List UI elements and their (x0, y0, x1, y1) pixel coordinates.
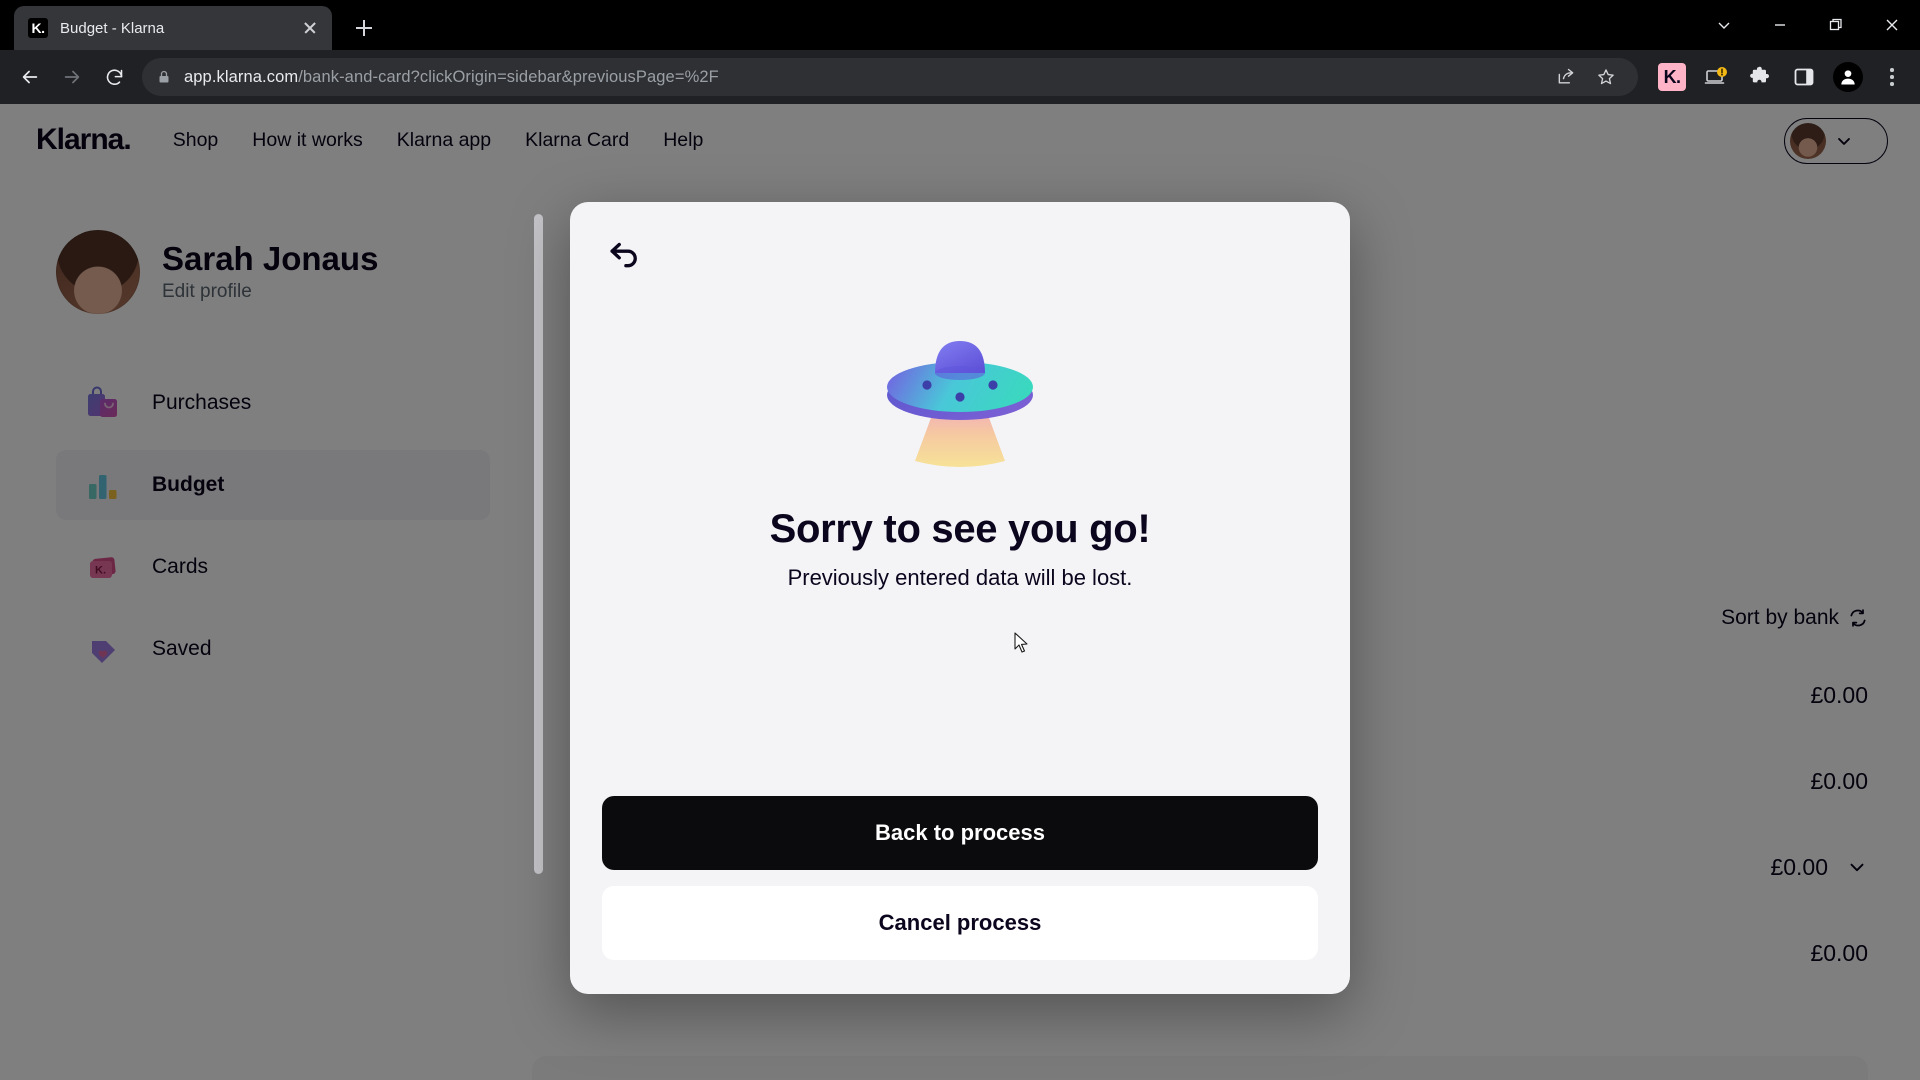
back-button[interactable] (10, 57, 50, 97)
back-arrow-icon[interactable] (598, 228, 650, 280)
leave-confirmation-dialog: Sorry to see you go! Previously entered … (570, 202, 1350, 994)
browser-toolbar: app.klarna.com/bank-and-card?clickOrigin… (0, 50, 1920, 104)
klarna-extension-icon[interactable]: K. (1654, 59, 1690, 95)
tab-title: Budget - Klarna (60, 19, 165, 37)
omnibox-actions (1538, 59, 1624, 95)
sidebar-scrollbar-thumb[interactable] (534, 214, 543, 874)
browser-window: K. Budget - Klarna app.klarna.com/bank-a… (0, 0, 1920, 1080)
browser-tab[interactable]: K. Budget - Klarna (14, 6, 332, 50)
maximize-icon[interactable] (1808, 0, 1864, 50)
mouse-cursor (1014, 632, 1030, 659)
dialog-title: Sorry to see you go! (769, 507, 1151, 551)
close-tab-icon[interactable] (298, 16, 322, 40)
klarna-favicon-icon: K. (28, 18, 48, 38)
forward-button[interactable] (52, 57, 92, 97)
three-dot-menu-icon[interactable] (1874, 59, 1910, 95)
share-icon[interactable] (1548, 59, 1584, 95)
url-path: /bank-and-card?clickOrigin=sidebar&previ… (298, 67, 719, 86)
new-tab-button[interactable] (346, 10, 382, 46)
side-panel-icon[interactable] (1786, 59, 1822, 95)
window-controls (1696, 0, 1920, 50)
dialog-subtitle: Previously entered data will be lost. (787, 565, 1133, 590)
extension-icons: K. (1654, 59, 1910, 95)
bookmark-star-icon[interactable] (1588, 59, 1624, 95)
address-bar[interactable]: app.klarna.com/bank-and-card?clickOrigin… (142, 58, 1638, 96)
cancel-process-button[interactable]: Cancel process (602, 886, 1318, 960)
reload-button[interactable] (94, 57, 134, 97)
back-to-process-button[interactable]: Back to process (602, 796, 1318, 870)
address-bar-text: app.klarna.com/bank-and-card?clickOrigin… (184, 68, 719, 87)
lock-icon (156, 69, 172, 85)
puzzle-extensions-icon[interactable] (1742, 59, 1778, 95)
url-host: app.klarna.com (184, 67, 299, 86)
browser-titlebar: K. Budget - Klarna (0, 0, 1920, 50)
minimize-icon[interactable] (1752, 0, 1808, 50)
laptop-warning-icon[interactable] (1698, 59, 1734, 95)
tab-search-icon[interactable] (1696, 0, 1752, 50)
close-window-icon[interactable] (1864, 0, 1920, 50)
profile-avatar-button[interactable] (1830, 59, 1866, 95)
dialog-body: Sorry to see you go! Previously entered … (570, 202, 1350, 796)
dialog-actions: Back to process Cancel process (570, 796, 1350, 994)
ufo-icon (865, 311, 1055, 471)
